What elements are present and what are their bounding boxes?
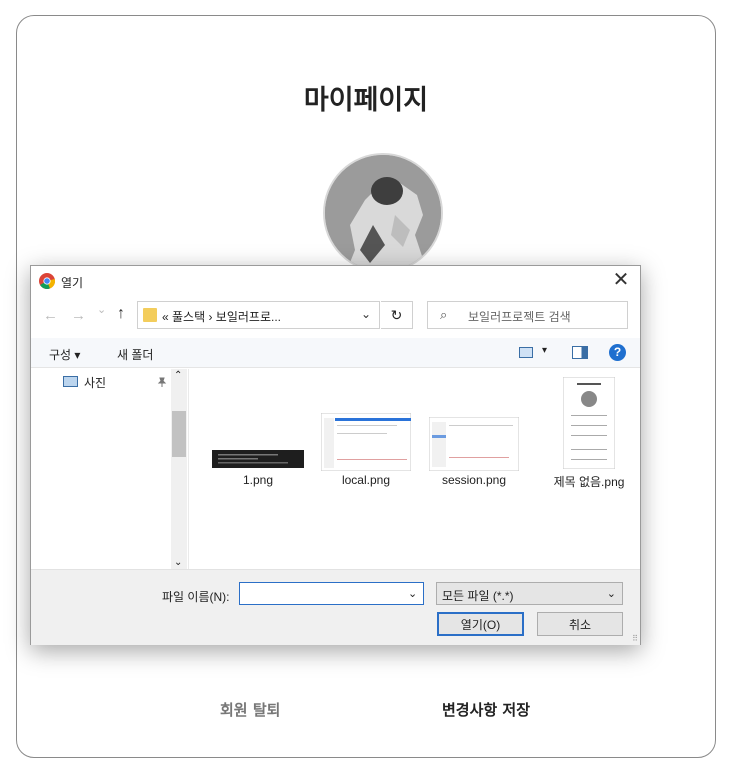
back-arrow-icon[interactable]: ← — [43, 307, 58, 324]
dialog-toolbar: 구성 ▾ 새 폴더 ▾ ? — [31, 338, 640, 368]
dialog-title: 열기 — [61, 276, 84, 290]
preview-pane-icon[interactable] — [572, 346, 588, 359]
cancel-button[interactable]: 취소 — [537, 612, 623, 636]
refresh-icon[interactable]: ↻ — [381, 301, 413, 329]
navigation-bar: ← → ⌄ ↑ « 풀스택 › 보일러프로... ⌄ ↻ ⌕ 보일러프로젝트 검… — [31, 299, 640, 333]
file-name: 1.png — [242, 473, 274, 487]
address-bar[interactable]: « 풀스택 › 보일러프로... ⌄ — [137, 301, 380, 329]
view-caret-icon[interactable]: ▾ — [542, 345, 547, 356]
chevron-down-icon: ⌄ — [606, 588, 616, 600]
file-item[interactable]: local.png — [320, 369, 412, 499]
open-button[interactable]: 열기(O) — [437, 612, 524, 636]
file-name: 제목 없음.png — [553, 475, 625, 489]
dialog-footer: 파일 이름(N): ⌄ 모든 파일 (*.*) ⌄ 열기(O) 취소 ⠿ — [31, 569, 640, 645]
page-title: 마이페이지 — [303, 85, 429, 116]
file-name: local.png — [341, 473, 391, 487]
file-thumbnail — [321, 413, 411, 471]
breadcrumb[interactable]: « 풀스택 › 보일러프로... — [162, 308, 281, 325]
pictures-icon — [63, 376, 78, 387]
resize-grip-icon[interactable]: ⠿ — [632, 634, 638, 643]
file-item[interactable]: 1.png — [212, 369, 304, 499]
withdraw-button[interactable]: 회원 탈퇴 — [220, 699, 280, 720]
avatar-photo — [325, 155, 441, 271]
folder-icon — [143, 308, 157, 322]
save-changes-button[interactable]: 변경사항 저장 — [442, 699, 530, 720]
forward-arrow-icon[interactable]: → — [71, 307, 86, 324]
chrome-icon — [39, 273, 55, 289]
file-thumbnail — [212, 450, 304, 468]
filename-history-icon[interactable]: ⌄ — [408, 587, 417, 600]
file-thumbnail — [429, 417, 519, 471]
up-arrow-icon[interactable]: ↑ — [117, 305, 125, 323]
view-options-icon[interactable] — [519, 347, 533, 358]
help-icon[interactable]: ? — [609, 344, 626, 361]
file-type-value: 모든 파일 (*.*) — [442, 589, 514, 603]
search-box[interactable]: ⌕ 보일러프로젝트 검색 — [427, 301, 628, 329]
pin-icon-svg — [157, 377, 167, 387]
dialog-titlebar[interactable]: 열기 ✕ — [31, 266, 640, 296]
scroll-up-icon[interactable]: ⌃ — [174, 370, 182, 381]
navigation-pane: 사진 — [31, 369, 187, 569]
nav-pane-scrollbar[interactable]: ⌃ ⌄ — [171, 369, 187, 569]
profile-avatar[interactable] — [323, 153, 443, 273]
filename-input[interactable] — [239, 582, 424, 605]
file-open-dialog: 열기 ✕ ← → ⌄ ↑ « 풀스택 › 보일러프로... ⌄ ↻ ⌕ 보일러프… — [30, 265, 641, 645]
organize-menu[interactable]: 구성 ▾ — [49, 346, 80, 363]
scroll-down-icon[interactable]: ⌄ — [174, 557, 182, 568]
file-item[interactable]: 제목 없음.png — [543, 369, 635, 499]
nav-item-label: 사진 — [84, 376, 107, 390]
pin-icon[interactable] — [157, 377, 167, 390]
file-type-select[interactable]: 모든 파일 (*.*) ⌄ — [436, 582, 623, 605]
file-item[interactable]: session.png — [428, 369, 520, 499]
chevron-down-icon[interactable]: ⌄ — [361, 307, 371, 321]
filename-label: 파일 이름(N): — [162, 590, 230, 604]
close-icon[interactable]: ✕ — [610, 270, 632, 292]
file-list: 1.png local.png session.png 제목 없음.png — [188, 369, 640, 569]
file-name: session.png — [441, 473, 507, 487]
file-thumbnail — [563, 377, 615, 469]
search-placeholder: 보일러프로젝트 검색 — [468, 310, 571, 324]
recent-locations-icon[interactable]: ⌄ — [97, 303, 106, 316]
new-folder-button[interactable]: 새 폴더 — [117, 346, 153, 363]
scroll-thumb[interactable] — [172, 411, 186, 457]
search-icon: ⌕ — [440, 307, 448, 322]
